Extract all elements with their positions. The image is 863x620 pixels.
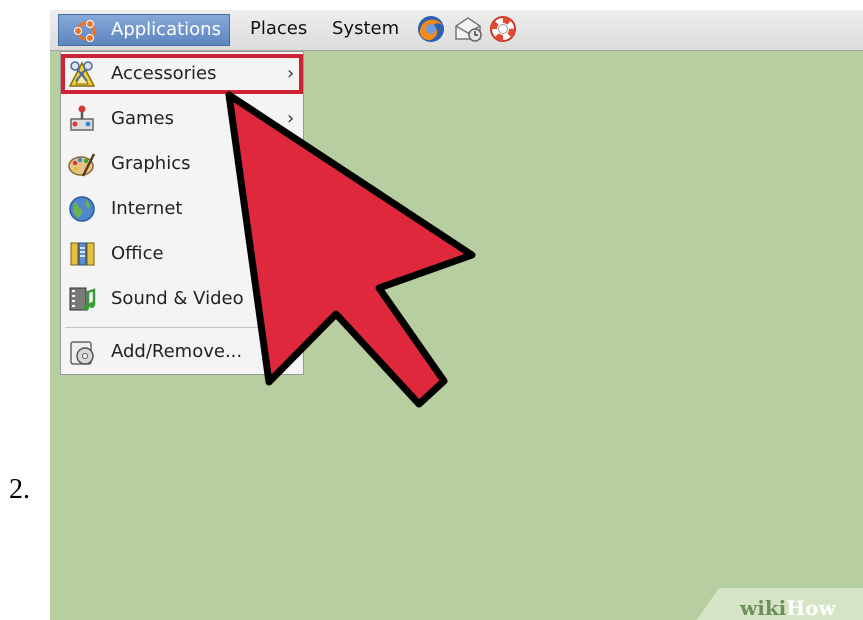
step-number: 2.	[9, 474, 30, 505]
desktop: Applications Places System Accessories ›…	[50, 10, 863, 620]
wikihow-watermark: wikiHow	[740, 596, 836, 620]
red-arrow-pointer-icon	[225, 91, 476, 408]
